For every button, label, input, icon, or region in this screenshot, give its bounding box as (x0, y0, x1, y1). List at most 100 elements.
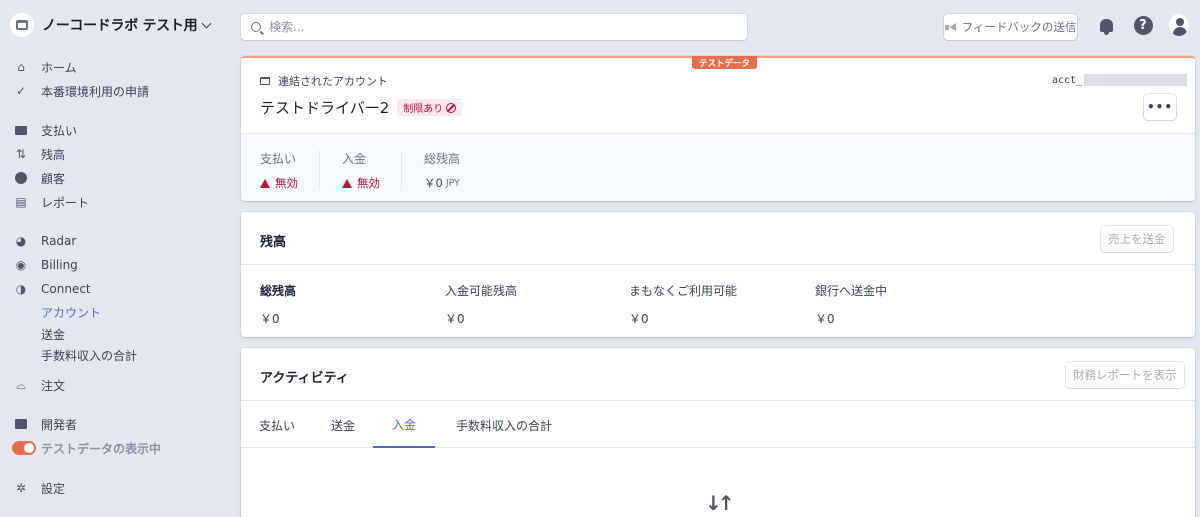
tab-payouts[interactable]: 入金 (373, 402, 435, 448)
test-data-label: テストデータの表示中 (41, 441, 162, 456)
bell-icon (1099, 18, 1113, 35)
card-title: アクティビティ (260, 371, 349, 386)
check-icon: ✓ (15, 84, 27, 98)
balance-available: 入金可能残高 ￥0 (445, 282, 517, 327)
card-header: アクティビティ 財務レポートを表示 (241, 348, 1195, 401)
wallet-icon (14, 123, 28, 137)
stat-value: 無効 (342, 175, 380, 191)
sidebar-item-label: 注文 (41, 378, 66, 393)
basket-icon: ⌓ (16, 377, 26, 392)
warning-icon (342, 178, 352, 188)
sidebar: ノーコードラボ テスト用 ⌂ ホーム ✓ 本番環境利用の申請 支払い ⇅ 残高 … (0, 0, 230, 517)
more-actions-button[interactable]: ••• (1144, 94, 1176, 120)
stat-value: ￥0 JPY (424, 175, 460, 191)
search-icon (251, 22, 261, 32)
financial-report-button[interactable]: 財務レポートを表示 (1066, 362, 1184, 388)
stat-value-text: ￥0 (424, 176, 443, 190)
stat-value: 無効 (260, 175, 298, 191)
activity-tabs: 支払い 送金 入金 手数料収入の合計 (241, 402, 1195, 448)
billing-icon: ◉ (15, 258, 27, 272)
profile-button[interactable] (1169, 14, 1189, 36)
balance-label: 銀行へ送金中 (815, 284, 888, 298)
balance-value: ￥0 (260, 312, 280, 326)
help-icon: ? (1133, 15, 1153, 35)
account-icon (260, 77, 270, 85)
balance-label: 総残高 (260, 284, 297, 298)
account-id-redacted (1084, 74, 1188, 86)
account-logo-icon (10, 13, 34, 37)
balance-label: まもなくご利用可能 (629, 284, 738, 298)
search-bar[interactable] (241, 14, 747, 40)
sidebar-item-customers[interactable]: 顧客 (14, 168, 65, 188)
stat-value-text: 無効 (357, 176, 380, 190)
sidebar-item-label: 本番環境利用の申請 (41, 84, 150, 99)
sidebar-item-developers[interactable]: 開発者 (14, 414, 77, 434)
sidebar-subitem-fees[interactable]: 手数料収入の合計 (41, 346, 137, 364)
account-id: acct_ (1052, 74, 1188, 86)
sidebar-item-activate[interactable]: ✓ 本番環境利用の申請 (14, 81, 149, 101)
account-card: テストデータ 連結されたアカウント acct_ テストドライバー2 制限あり •… (241, 56, 1195, 201)
account-title-row: テストドライバー2 制限あり (260, 97, 463, 118)
chevron-down-icon (201, 18, 212, 28)
test-data-toggle-row[interactable]: テストデータの表示中 (12, 438, 161, 458)
divider (319, 150, 320, 190)
card-header: 残高 売上を送金 (241, 212, 1195, 265)
tab-transfers[interactable]: 送金 (319, 402, 367, 448)
payout-sales-button[interactable]: 売上を送金 (1101, 226, 1173, 252)
sidebar-item-radar[interactable]: ◕ Radar (14, 231, 77, 251)
help-button[interactable]: ? (1133, 14, 1153, 36)
sidebar-item-payments[interactable]: 支払い (14, 120, 77, 140)
sidebar-item-label: 支払い (41, 123, 78, 138)
tab-payments[interactable]: 支払い (251, 402, 303, 448)
balance-card: 残高 売上を送金 総残高 ￥0 入金可能残高 ￥0 まもなくご利用可能 ￥0 銀… (241, 212, 1195, 337)
sidebar-subitem-accounts[interactable]: アカウント (41, 303, 101, 321)
connect-icon: ◑ (15, 282, 27, 296)
sidebar-subitem-transfers[interactable]: 送金 (41, 325, 65, 343)
sidebar-item-reports[interactable]: ▤ レポート (14, 192, 89, 212)
stat-label: 支払い (260, 152, 297, 166)
tab-fee-income[interactable]: 手数料収入の合計 (443, 402, 565, 448)
sidebar-item-label: 開発者 (41, 417, 78, 432)
balance-total: 総残高 ￥0 (260, 282, 296, 327)
sidebar-item-connect[interactable]: ◑ Connect (14, 279, 91, 299)
transfer-arrows-icon: ↓↑ (705, 491, 734, 515)
report-icon: ▤ (15, 195, 27, 209)
sidebar-item-orders[interactable]: ⌓ 注文 (14, 375, 65, 395)
card-title: 残高 (260, 235, 287, 250)
restricted-badge-label: 制限あり (403, 104, 444, 115)
account-switcher[interactable]: ノーコードラボ テスト用 (10, 12, 212, 38)
stat-label: 総残高 (424, 152, 461, 166)
divider (401, 150, 402, 190)
avatar-icon (1169, 14, 1189, 36)
search-input[interactable] (269, 20, 709, 34)
radar-icon: ◕ (15, 234, 27, 248)
sidebar-item-home[interactable]: ⌂ ホーム (14, 57, 77, 77)
activity-card: アクティビティ 財務レポートを表示 支払い 送金 入金 手数料収入の合計 ↓↑ (241, 348, 1195, 517)
balance-value: ￥0 (445, 312, 465, 326)
transfer-arrows-icon: ⇅ (15, 147, 27, 161)
balance-value: ￥0 (629, 312, 649, 326)
sidebar-item-label: Billing (41, 258, 78, 272)
sidebar-item-billing[interactable]: ◉ Billing (14, 255, 78, 275)
test-data-toggle[interactable] (12, 441, 36, 455)
balance-value: ￥0 (815, 312, 835, 326)
sidebar-item-label: ホーム (41, 60, 77, 75)
stat-total-balance: 総残高 ￥0 JPY (424, 150, 460, 191)
sidebar-item-settings[interactable]: ✲ 設定 (14, 478, 65, 498)
account-stats: 支払い 無効 入金 無効 総残高 ￥0 JPY (241, 133, 1195, 201)
sidebar-item-label: Radar (41, 234, 77, 248)
stat-payouts: 入金 無効 (342, 150, 380, 191)
megaphone-icon (944, 22, 957, 32)
sidebar-item-label: Connect (41, 282, 91, 296)
notifications-button[interactable] (1096, 14, 1116, 36)
sidebar-item-label: 設定 (41, 481, 66, 496)
prohibited-icon (446, 102, 457, 113)
stat-payments: 支払い 無効 (260, 150, 298, 191)
customer-icon (14, 171, 28, 185)
sidebar-item-balances[interactable]: ⇅ 残高 (14, 144, 65, 164)
test-data-tag: テストデータ (692, 56, 758, 69)
stat-value-text: 無効 (275, 176, 298, 190)
home-icon: ⌂ (17, 60, 25, 74)
feedback-button[interactable]: フィードバックの送信 (944, 14, 1077, 40)
feedback-label: フィードバックの送信 (961, 20, 1077, 34)
